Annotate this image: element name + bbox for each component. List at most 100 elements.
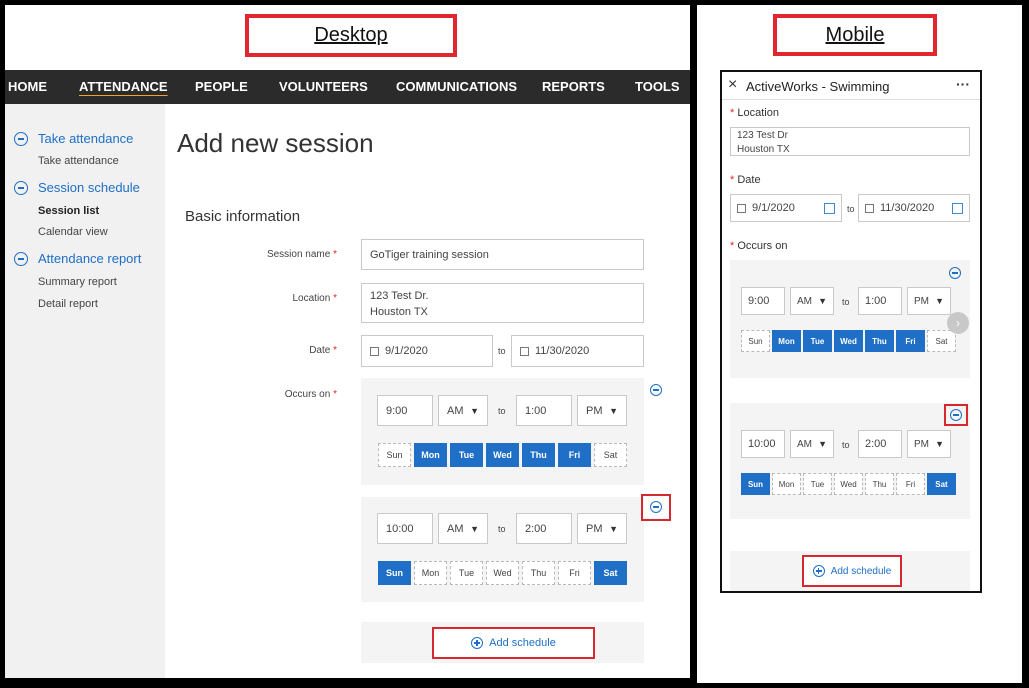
start-ampm-select[interactable]: AM ▼ <box>438 395 488 426</box>
date-from-input[interactable]: 9/1/2020 <box>361 335 493 367</box>
sidebar-take-attendance[interactable]: Take attendance <box>38 131 133 146</box>
day-thu[interactable]: Thu <box>522 561 555 585</box>
sidebar-session-schedule[interactable]: Session schedule <box>38 180 140 195</box>
nav-people[interactable]: PEOPLE <box>195 70 248 104</box>
start-ampm-value: AM <box>797 438 812 450</box>
day-mon[interactable]: Mon <box>414 443 447 467</box>
day-sun[interactable]: Sun <box>741 330 770 352</box>
start-time-input[interactable]: 10:00 <box>377 513 433 544</box>
sidebar-item-calendar-view[interactable]: Calendar view <box>38 226 108 238</box>
nav-tools[interactable]: TOOLS <box>635 70 680 104</box>
day-tue[interactable]: Tue <box>450 561 483 585</box>
start-ampm-value: AM <box>797 295 812 307</box>
day-sun[interactable]: Sun <box>741 473 770 495</box>
mobile-label-text: Mobile <box>825 23 885 46</box>
day-wed[interactable]: Wed <box>834 330 863 352</box>
start-time-input[interactable]: 9:00 <box>741 287 785 315</box>
collapse-icon[interactable] <box>14 252 28 266</box>
day-fri[interactable]: Fri <box>896 473 925 495</box>
date-label-text: Date <box>737 174 761 186</box>
start-time-input[interactable]: 10:00 <box>741 430 785 458</box>
day-mon[interactable]: Mon <box>414 561 447 585</box>
more-options-icon[interactable]: ··· <box>956 76 970 92</box>
end-ampm-select[interactable]: PM ▼ <box>577 513 627 544</box>
date-to-input[interactable]: 11/30/2020 <box>858 194 970 222</box>
end-time-input[interactable]: 1:00 <box>858 287 902 315</box>
location-textarea[interactable]: 123 Test Dr. Houston TX <box>361 283 644 323</box>
date-label: Date * <box>217 345 337 356</box>
calendar-picker-icon[interactable] <box>952 202 963 214</box>
start-ampm-select[interactable]: AM ▼ <box>790 287 834 315</box>
location-textarea[interactable]: 123 Test Dr Houston TX <box>730 127 970 156</box>
day-tue[interactable]: Tue <box>803 473 832 495</box>
nav-reports[interactable]: REPORTS <box>542 70 605 104</box>
schedule-card-1: 9:00 AM ▼ to 1:00 PM ▼ Sun Mon Tue Wed Thu… <box>730 260 970 378</box>
date-to-input[interactable]: 11/30/2020 <box>511 335 644 367</box>
end-time-value: 2:00 <box>865 438 887 450</box>
schedule-card-2: 10:00 AM ▼ to 2:00 PM ▼ Sun Mon Tue Wed Th… <box>730 403 970 519</box>
day-wed[interactable]: Wed <box>486 561 519 585</box>
day-sun[interactable]: Sun <box>378 443 411 467</box>
start-time-value: 9:00 <box>748 295 770 307</box>
location-line-2: Houston TX <box>737 144 790 155</box>
calendar-icon <box>737 203 746 213</box>
collapse-icon[interactable] <box>14 181 28 195</box>
end-ampm-select[interactable]: PM ▼ <box>907 430 951 458</box>
nav-volunteers[interactable]: VOLUNTEERS <box>279 70 368 104</box>
day-tue[interactable]: Tue <box>450 443 483 467</box>
remove-schedule-icon[interactable] <box>949 267 961 279</box>
start-ampm-select[interactable]: AM ▼ <box>790 430 834 458</box>
location-label: * Location <box>730 107 779 119</box>
day-fri[interactable]: Fri <box>558 443 591 467</box>
day-thu[interactable]: Thu <box>522 443 555 467</box>
chevron-right-icon[interactable]: › <box>947 312 969 334</box>
sidebar-item-summary-report[interactable]: Summary report <box>38 276 117 288</box>
sidebar-item-detail-report[interactable]: Detail report <box>38 298 98 310</box>
mobile-label: Mobile <box>773 14 937 56</box>
day-thu[interactable]: Thu <box>865 330 894 352</box>
add-schedule-button[interactable]: Add schedule <box>432 627 595 659</box>
add-schedule-button[interactable]: Add schedule <box>802 555 902 587</box>
day-fri[interactable]: Fri <box>558 561 591 585</box>
day-wed[interactable]: Wed <box>834 473 863 495</box>
date-from-input[interactable]: 9/1/2020 <box>730 194 842 222</box>
session-name-label: Session name * <box>217 249 337 260</box>
end-time-input[interactable]: 1:00 <box>516 395 572 426</box>
sidebar-item-take-attendance[interactable]: Take attendance <box>38 155 119 167</box>
day-fri[interactable]: Fri <box>896 330 925 352</box>
sidebar-item-session-list[interactable]: Session list <box>38 205 99 217</box>
session-name-input[interactable]: GoTiger training session <box>361 239 644 270</box>
day-mon[interactable]: Mon <box>772 330 801 352</box>
start-ampm-value: AM <box>447 404 464 417</box>
end-time-input[interactable]: 2:00 <box>516 513 572 544</box>
remove-schedule-icon[interactable] <box>650 501 662 513</box>
location-line-2: Houston TX <box>370 306 428 318</box>
calendar-icon <box>865 203 874 213</box>
nav-attendance[interactable]: ATTENDANCE <box>79 70 168 104</box>
day-sun[interactable]: Sun <box>378 561 411 585</box>
day-sat[interactable]: Sat <box>594 561 627 585</box>
day-thu[interactable]: Thu <box>865 473 894 495</box>
sidebar-attendance-report[interactable]: Attendance report <box>38 251 141 266</box>
date-to-value: 11/30/2020 <box>880 202 935 214</box>
day-sat[interactable]: Sat <box>927 330 956 352</box>
start-ampm-select[interactable]: AM ▼ <box>438 513 488 544</box>
close-icon[interactable]: × <box>728 76 737 94</box>
end-ampm-select[interactable]: PM ▼ <box>577 395 627 426</box>
sidebar: Take attendance Take attendance Session … <box>5 104 165 678</box>
calendar-picker-icon[interactable] <box>824 202 835 214</box>
remove-schedule-icon[interactable] <box>950 409 962 421</box>
day-mon[interactable]: Mon <box>772 473 801 495</box>
end-ampm-select[interactable]: PM ▼ <box>907 287 951 315</box>
remove-schedule-icon[interactable] <box>650 384 662 396</box>
nav-communications[interactable]: COMMUNICATIONS <box>396 70 517 104</box>
day-tue[interactable]: Tue <box>803 330 832 352</box>
start-time-input[interactable]: 9:00 <box>377 395 433 426</box>
nav-home[interactable]: HOME <box>8 70 47 104</box>
location-line-1: 123 Test Dr <box>737 130 788 141</box>
day-sat[interactable]: Sat <box>594 443 627 467</box>
end-time-input[interactable]: 2:00 <box>858 430 902 458</box>
collapse-icon[interactable] <box>14 132 28 146</box>
day-wed[interactable]: Wed <box>486 443 519 467</box>
day-sat[interactable]: Sat <box>927 473 956 495</box>
